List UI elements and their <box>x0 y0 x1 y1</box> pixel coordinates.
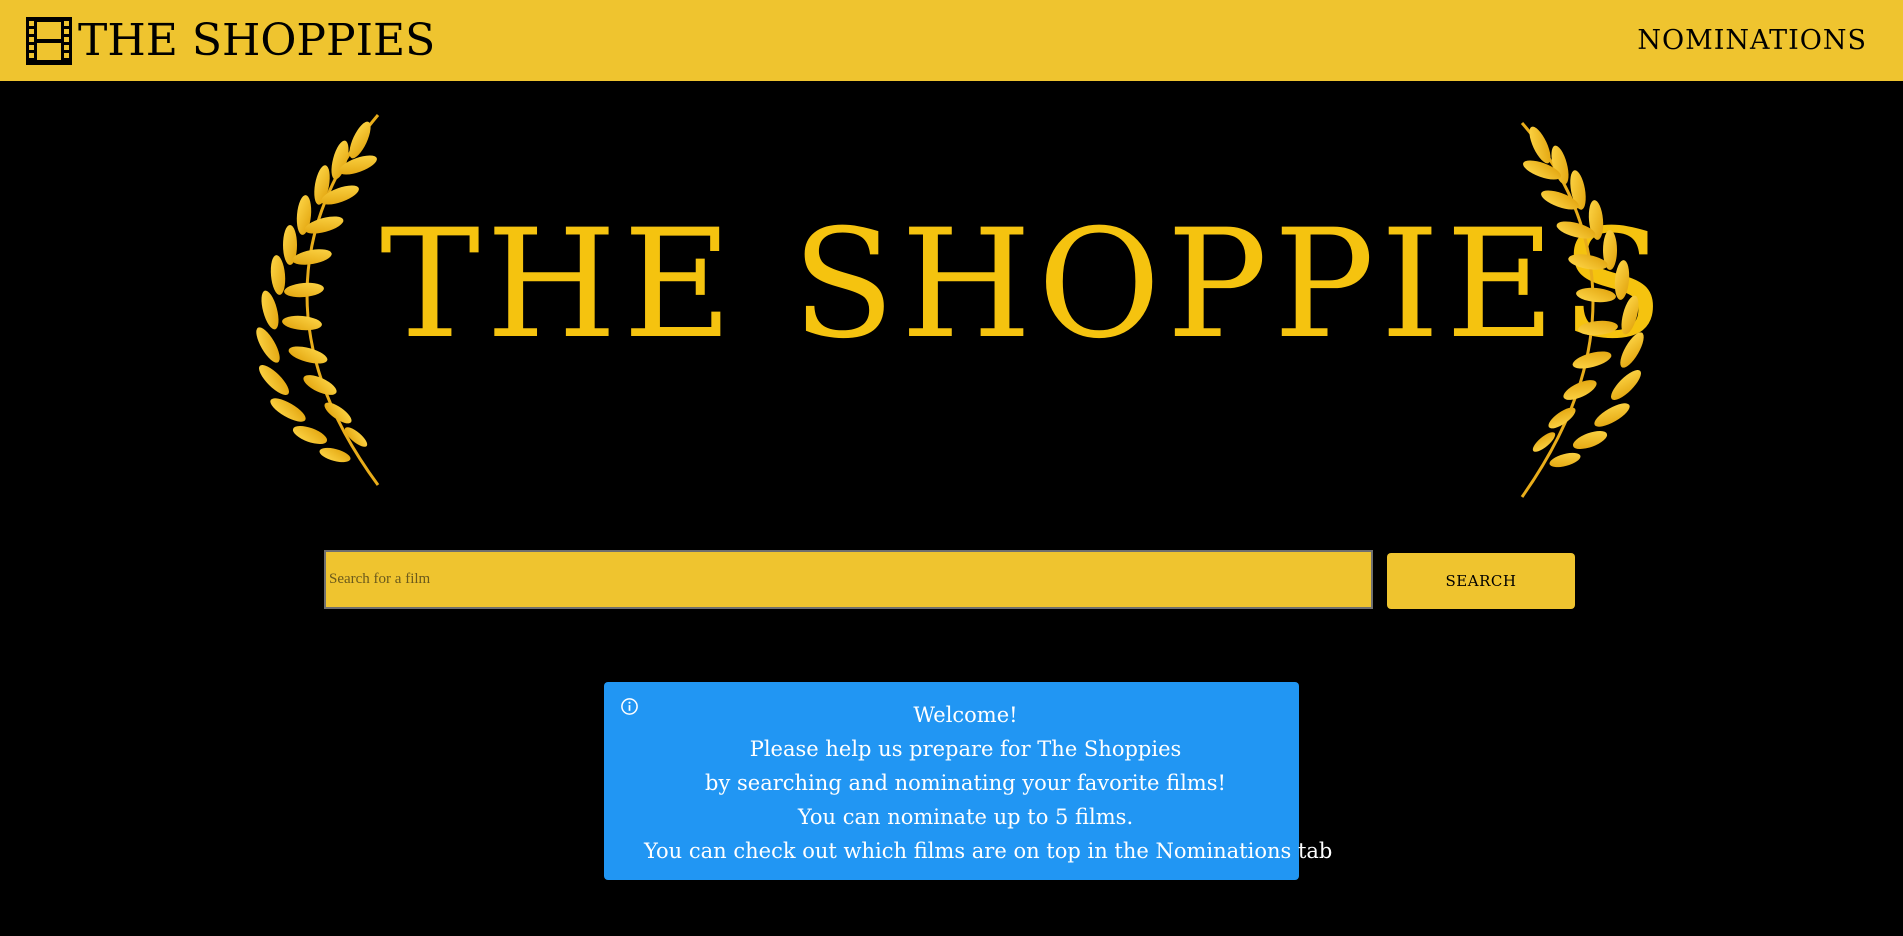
brand-title: THE SHOPPIES <box>78 14 436 66</box>
search-button[interactable]: SEARCH <box>1387 553 1575 609</box>
welcome-line: by searching and nominating your favorit… <box>705 771 1226 795</box>
nominations-link[interactable]: NOMINATIONS <box>1637 25 1867 56</box>
welcome-info-box: Welcome! Please help us prepare for The … <box>604 682 1333 880</box>
search-input[interactable] <box>324 550 1373 609</box>
film-strip-icon <box>26 16 72 65</box>
brand-home-link[interactable]: THE SHOPPIES <box>24 15 435 67</box>
laurel-wreath-icon <box>1520 122 1644 498</box>
info-icon <box>621 698 638 715</box>
welcome-line: You can nominate up to 5 films. <box>797 805 1134 829</box>
top-navbar: THE SHOPPIES NOMINATIONS <box>0 0 1903 81</box>
welcome-line: You can check out which films are on top… <box>644 839 1333 863</box>
welcome-line: Please help us prepare for The Shoppies <box>749 737 1182 761</box>
hero-banner: THE SHOPPIES <box>240 105 1670 505</box>
laurel-wreath-icon <box>256 114 380 486</box>
hero-title: THE SHOPPIES <box>380 198 1670 372</box>
welcome-line: Welcome! <box>913 703 1018 727</box>
welcome-message: Welcome! Please help us prepare for The … <box>644 698 1333 868</box>
